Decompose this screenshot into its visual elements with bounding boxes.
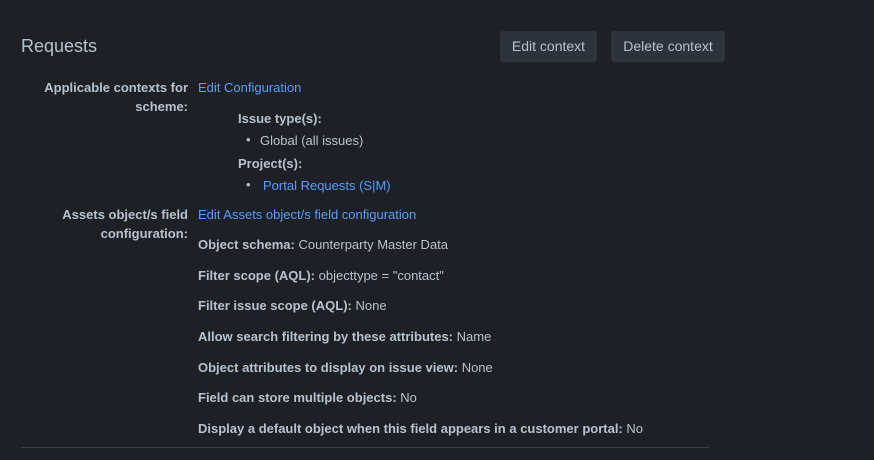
config-row: Object schema: Counterparty Master Data bbox=[198, 236, 448, 253]
projects-heading: Project(s): bbox=[238, 156, 303, 171]
edit-configuration-link[interactable]: Edit Configuration bbox=[198, 79, 301, 96]
bullet-icon: • bbox=[246, 177, 251, 192]
section-divider bbox=[21, 447, 709, 448]
config-row-key: Allow search filtering by these attribut… bbox=[198, 329, 453, 344]
config-row-value: No bbox=[626, 421, 644, 436]
config-row-key: Object attributes to display on issue vi… bbox=[198, 360, 459, 375]
config-row-key: Filter scope (AQL): bbox=[198, 268, 316, 283]
config-row: Display a default object when this field… bbox=[198, 420, 643, 437]
bullet-icon: • bbox=[246, 132, 251, 147]
applicable-contexts-label: Applicable contexts for scheme: bbox=[44, 80, 188, 114]
config-row-value: Name bbox=[456, 329, 492, 344]
config-row-value: None bbox=[461, 360, 493, 375]
assets-config-label: Assets object/s field configuration: bbox=[62, 207, 188, 241]
section-title: Requests bbox=[21, 36, 98, 56]
project-link[interactable]: Portal Requests (S|M) bbox=[263, 177, 391, 194]
delete-context-button[interactable]: Delete context bbox=[611, 31, 725, 62]
context-panel: Requests Edit context Delete context App… bbox=[0, 0, 874, 460]
config-row-key: Filter issue scope (AQL): bbox=[198, 298, 352, 313]
config-row: Filter issue scope (AQL): None bbox=[198, 297, 387, 314]
config-row: Field can store multiple objects: No bbox=[198, 389, 417, 406]
config-row-value: objecttype = "contact" bbox=[318, 268, 444, 283]
edit-context-button[interactable]: Edit context bbox=[500, 31, 597, 62]
config-row-value: Counterparty Master Data bbox=[298, 237, 449, 252]
config-row: Allow search filtering by these attribut… bbox=[198, 328, 491, 345]
config-row-value: No bbox=[400, 390, 417, 405]
issue-types-heading: Issue type(s): bbox=[238, 111, 322, 126]
issue-type-item: Global (all issues) bbox=[260, 133, 364, 148]
config-row-key: Display a default object when this field… bbox=[198, 421, 623, 436]
edit-assets-config-link[interactable]: Edit Assets object/s field configuration bbox=[198, 206, 416, 223]
config-row-value: None bbox=[355, 298, 387, 313]
config-row: Filter scope (AQL): objecttype = "contac… bbox=[198, 267, 444, 284]
config-row: Object attributes to display on issue vi… bbox=[198, 359, 493, 376]
config-row-key: Field can store multiple objects: bbox=[198, 390, 397, 405]
config-row-key: Object schema: bbox=[198, 237, 295, 252]
